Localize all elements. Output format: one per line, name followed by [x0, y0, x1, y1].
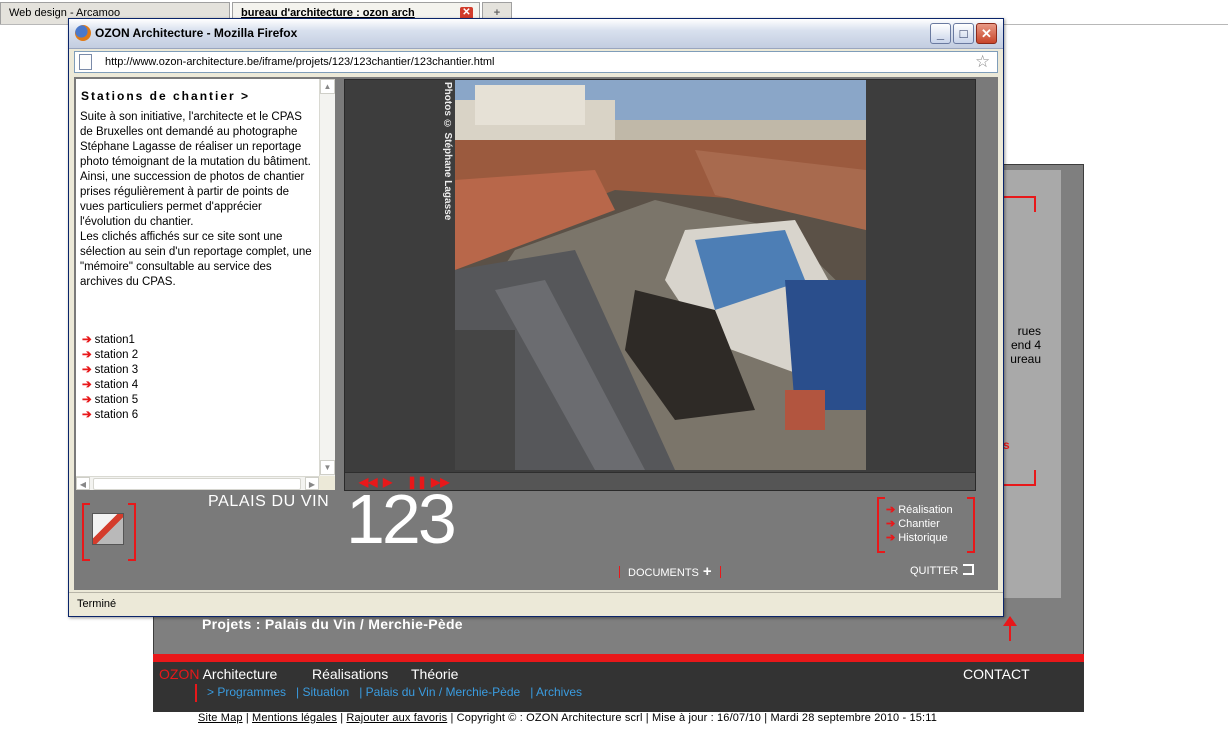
scrollbar-corner	[319, 476, 335, 490]
status-text: Terminé	[77, 598, 117, 610]
arrow-right-icon: ➔	[82, 409, 92, 421]
project-links: ➔ Réalisation ➔ Chantier ➔ Historique	[886, 503, 953, 545]
scroll-up-arrow-stem	[1009, 617, 1011, 641]
partial-line: ureau	[1010, 352, 1041, 366]
status-bar: Terminé	[69, 592, 1003, 616]
scroll-right-icon[interactable]: ▶	[305, 477, 319, 490]
scroll-left-icon[interactable]: ◀	[76, 477, 90, 490]
footer: Site Map | Mentions légales | Rajouter a…	[198, 712, 937, 724]
brand-ozon: OZON	[159, 666, 200, 682]
sub-nav: > Programmes | Situation | Palais du Vin…	[195, 684, 582, 702]
link-label: Historique	[898, 532, 948, 544]
arrow-right-icon: ➔	[886, 518, 896, 530]
close-window-button[interactable]: ✕	[976, 23, 997, 44]
arrow-right-icon: ➔	[82, 379, 92, 391]
station-link-1[interactable]: ➔ station1	[82, 333, 138, 348]
horizontal-scrollbar[interactable]: ◀ ▶	[76, 476, 319, 490]
footer-copyright: | Copyright © : OZON Architecture scrl |…	[450, 712, 937, 724]
scrollbar-thumb[interactable]	[93, 478, 301, 490]
project-number: 123	[346, 480, 457, 558]
site-partial-red-text[interactable]: s	[1003, 438, 1010, 452]
station-link-3[interactable]: ➔ station 3	[82, 363, 138, 378]
station-list: ➔ station1 ➔ station 2 ➔ station 3 ➔ station…	[82, 333, 138, 423]
project-title: Projets : Palais du Vin / Merchie-Pède	[202, 616, 463, 632]
subnav-archives[interactable]: | Archives	[530, 685, 582, 699]
station-link-6[interactable]: ➔ station 6	[82, 408, 138, 423]
scroll-up-icon[interactable]: ▲	[320, 79, 335, 94]
link-label: Réalisation	[898, 504, 953, 516]
documents-label: DOCUMENTS	[628, 567, 699, 579]
address-bar[interactable]: http://www.ozon-architecture.be/iframe/p…	[74, 51, 998, 73]
photo-viewer: Photos © Stéphane Lagasse ◀◀ ▶ ❚❚ ▶▶	[344, 79, 976, 491]
station-label: station 3	[94, 364, 139, 376]
url-text: http://www.ozon-architecture.be/iframe/p…	[105, 56, 495, 68]
construction-photo	[455, 80, 866, 470]
subnav-palais-du-vin[interactable]: | Palais du Vin / Merchie-Pède	[359, 685, 520, 699]
project-name: PALAIS DU VIN	[208, 493, 330, 510]
window-titlebar[interactable]: OZON Architecture - Mozilla Firefox _ □ …	[69, 19, 1003, 49]
station-label: station 2	[94, 349, 139, 361]
vertical-scrollbar[interactable]: ▲ ▼	[319, 79, 335, 476]
red-divider	[153, 654, 1084, 662]
popup-window: OZON Architecture - Mozilla Firefox _ □ …	[68, 18, 1004, 617]
nav-brand[interactable]: OZON Architecture	[159, 666, 277, 682]
construction-photo-illustration	[455, 80, 866, 470]
station-label: station1	[94, 334, 135, 346]
nav-contact[interactable]: CONTACT	[963, 666, 1030, 682]
firefox-icon	[75, 25, 91, 41]
link-realisation[interactable]: ➔ Réalisation	[886, 503, 953, 517]
link-label: Chantier	[898, 518, 940, 530]
station-label: station 5	[94, 394, 139, 406]
quit-label: QUITTER	[910, 565, 959, 577]
link-chantier[interactable]: ➔ Chantier	[886, 517, 953, 531]
red-bracket-bottom	[1004, 470, 1036, 486]
arrow-right-icon: ➔	[886, 532, 896, 544]
description-paragraph: Suite à son initiative, l'architecte et …	[80, 111, 311, 168]
subnav-situation[interactable]: | Situation	[296, 685, 349, 699]
text-panel: Stations de chantier > Suite à son initi…	[76, 79, 319, 476]
stations-title: Stations de chantier >	[81, 89, 251, 103]
arrow-right-icon: ➔	[82, 394, 92, 406]
arrow-right-icon: ➔	[886, 504, 896, 516]
page-icon	[79, 54, 92, 70]
station-link-5[interactable]: ➔ station 5	[82, 393, 138, 408]
arrow-right-icon: ➔	[82, 334, 92, 346]
station-link-4[interactable]: ➔ station 4	[82, 378, 138, 393]
station-label: station 4	[94, 379, 139, 391]
stations-description: Suite à son initiative, l'architecte et …	[80, 110, 315, 290]
station-link-2[interactable]: ➔ station 2	[82, 348, 138, 363]
brand-architecture: Architecture	[199, 666, 278, 682]
arrow-right-icon: ➔	[82, 364, 92, 376]
description-paragraph: Les clichés affichés sur ce site sont un…	[80, 231, 312, 288]
partial-line: end 4	[1010, 338, 1041, 352]
photo-credit: Photos © Stéphane Lagasse	[442, 82, 453, 221]
footer-site-map[interactable]: Site Map	[198, 712, 243, 724]
nav-realisations[interactable]: Réalisations	[312, 666, 388, 682]
scroll-down-icon[interactable]: ▼	[320, 460, 335, 475]
window-title: OZON Architecture - Mozilla Firefox	[95, 26, 298, 40]
quit-button[interactable]: QUITTER	[910, 564, 975, 577]
maximize-button[interactable]: □	[953, 23, 974, 44]
link-historique[interactable]: ➔ Historique	[886, 531, 953, 545]
description-paragraph: Ainsi, une succession de photos de chant…	[80, 171, 305, 228]
nav-theorie[interactable]: Théorie	[411, 666, 458, 682]
documents-button[interactable]: DOCUMENTS +	[619, 563, 721, 580]
red-bracket-top	[1004, 196, 1036, 212]
popup-content: Stations de chantier > Suite à son initi…	[74, 77, 998, 590]
bookmark-star-icon[interactable]: ☆	[975, 52, 990, 72]
subnav-programmes[interactable]: > Programmes	[207, 685, 286, 699]
project-thumbnail[interactable]	[92, 513, 124, 545]
partial-line: rues	[1017, 324, 1041, 338]
arrow-right-icon: ➔	[82, 349, 92, 361]
footer-mentions[interactable]: Mentions légales	[252, 712, 337, 724]
plus-icon: +	[702, 563, 712, 580]
station-label: station 6	[94, 409, 139, 421]
footer-favoris[interactable]: Rajouter aux favoris	[346, 712, 447, 724]
site-partial-text: rues end 4 ureau	[1001, 324, 1041, 366]
minimize-button[interactable]: _	[930, 23, 951, 44]
exit-icon	[963, 564, 975, 575]
